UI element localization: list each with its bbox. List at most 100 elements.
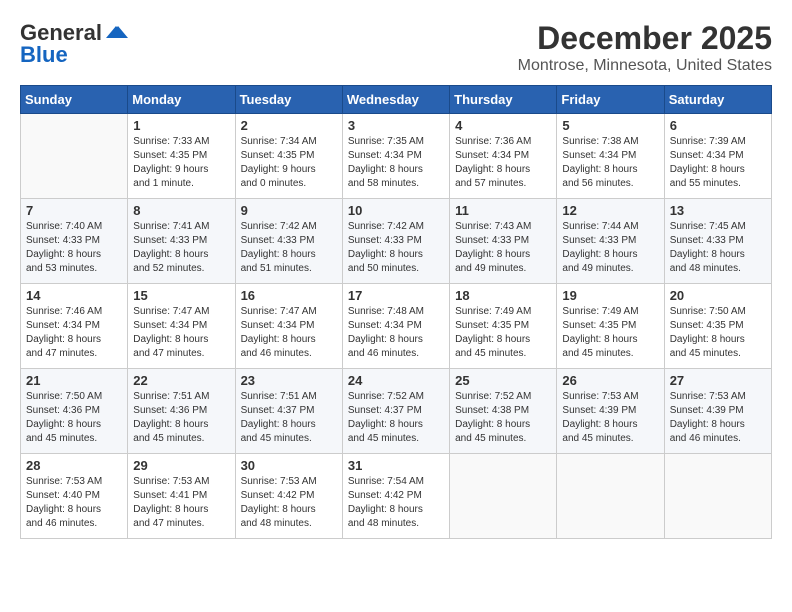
day-number: 16 xyxy=(241,288,337,303)
day-number: 26 xyxy=(562,373,658,388)
page-header: General Blue December 2025 Montrose, Min… xyxy=(20,20,772,75)
day-info: Sunrise: 7:53 AM Sunset: 4:41 PM Dayligh… xyxy=(133,475,229,531)
day-cell: 30Sunrise: 7:53 AM Sunset: 4:42 PM Dayli… xyxy=(235,454,342,539)
day-number: 14 xyxy=(26,288,122,303)
day-info: Sunrise: 7:34 AM Sunset: 4:35 PM Dayligh… xyxy=(241,135,337,191)
day-info: Sunrise: 7:53 AM Sunset: 4:39 PM Dayligh… xyxy=(670,390,766,446)
calendar-body: 1 Sunrise: 7:33 AM Sunset: 4:35 PM Daylig… xyxy=(21,114,772,539)
header-friday: Friday xyxy=(557,86,664,114)
day-number: 25 xyxy=(455,373,551,388)
day-info: Sunrise: 7:53 AM Sunset: 4:40 PM Dayligh… xyxy=(26,475,122,531)
day-cell: 11Sunrise: 7:43 AM Sunset: 4:33 PM Dayli… xyxy=(450,199,557,284)
day-cell: 8Sunrise: 7:41 AM Sunset: 4:33 PM Daylig… xyxy=(128,199,235,284)
day-number: 28 xyxy=(26,458,122,473)
day-number: 8 xyxy=(133,203,229,218)
day-info: Sunrise: 7:33 AM Sunset: 4:35 PM Dayligh… xyxy=(133,135,229,191)
day-cell: 15Sunrise: 7:47 AM Sunset: 4:34 PM Dayli… xyxy=(128,284,235,369)
day-info: Sunrise: 7:53 AM Sunset: 4:42 PM Dayligh… xyxy=(241,475,337,531)
day-number: 6 xyxy=(670,118,766,133)
day-cell xyxy=(557,454,664,539)
day-info: Sunrise: 7:40 AM Sunset: 4:33 PM Dayligh… xyxy=(26,220,122,276)
day-cell: 13 Sunrise: 7:45 AM Sunset: 4:33 PM Dayli… xyxy=(664,199,771,284)
day-info: Sunrise: 7:53 AM Sunset: 4:39 PM Dayligh… xyxy=(562,390,658,446)
day-number: 21 xyxy=(26,373,122,388)
day-info: Sunrise: 7:42 AM Sunset: 4:33 PM Dayligh… xyxy=(241,220,337,276)
title-area: December 2025 Montrose, Minnesota, Unite… xyxy=(518,20,772,75)
day-cell: 16Sunrise: 7:47 AM Sunset: 4:34 PM Dayli… xyxy=(235,284,342,369)
day-cell: 5 Sunrise: 7:38 AM Sunset: 4:34 PM Daylig… xyxy=(557,114,664,199)
calendar-title: December 2025 xyxy=(518,20,772,57)
day-number: 29 xyxy=(133,458,229,473)
day-number: 5 xyxy=(562,118,658,133)
week-row-4: 21 Sunrise: 7:50 AM Sunset: 4:36 PM Dayli… xyxy=(21,369,772,454)
day-cell: 27Sunrise: 7:53 AM Sunset: 4:39 PM Dayli… xyxy=(664,369,771,454)
day-info: Sunrise: 7:51 AM Sunset: 4:36 PM Dayligh… xyxy=(133,390,229,446)
day-cell: 19 Sunrise: 7:49 AM Sunset: 4:35 PM Dayli… xyxy=(557,284,664,369)
day-cell: 26 Sunrise: 7:53 AM Sunset: 4:39 PM Dayli… xyxy=(557,369,664,454)
day-info: Sunrise: 7:44 AM Sunset: 4:33 PM Dayligh… xyxy=(562,220,658,276)
day-number: 9 xyxy=(241,203,337,218)
day-cell: 20 Sunrise: 7:50 AM Sunset: 4:35 PM Dayli… xyxy=(664,284,771,369)
day-cell: 7Sunrise: 7:40 AM Sunset: 4:33 PM Daylig… xyxy=(21,199,128,284)
day-info: Sunrise: 7:54 AM Sunset: 4:42 PM Dayligh… xyxy=(348,475,444,531)
day-cell: 10 Sunrise: 7:42 AM Sunset: 4:33 PM Dayli… xyxy=(342,199,449,284)
day-info: Sunrise: 7:48 AM Sunset: 4:34 PM Dayligh… xyxy=(348,305,444,361)
day-cell xyxy=(21,114,128,199)
day-cell: 1 Sunrise: 7:33 AM Sunset: 4:35 PM Daylig… xyxy=(128,114,235,199)
day-cell: 21 Sunrise: 7:50 AM Sunset: 4:36 PM Dayli… xyxy=(21,369,128,454)
day-info: Sunrise: 7:52 AM Sunset: 4:38 PM Dayligh… xyxy=(455,390,551,446)
calendar-header: SundayMondayTuesdayWednesdayThursdayFrid… xyxy=(21,86,772,114)
week-row-5: 28 Sunrise: 7:53 AM Sunset: 4:40 PM Dayli… xyxy=(21,454,772,539)
day-number: 19 xyxy=(562,288,658,303)
header-saturday: Saturday xyxy=(664,86,771,114)
day-cell: 25 Sunrise: 7:52 AM Sunset: 4:38 PM Dayli… xyxy=(450,369,557,454)
day-cell: 2 Sunrise: 7:34 AM Sunset: 4:35 PM Daylig… xyxy=(235,114,342,199)
header-wednesday: Wednesday xyxy=(342,86,449,114)
day-number: 13 xyxy=(670,203,766,218)
day-cell: 9 Sunrise: 7:42 AM Sunset: 4:33 PM Daylig… xyxy=(235,199,342,284)
day-info: Sunrise: 7:49 AM Sunset: 4:35 PM Dayligh… xyxy=(562,305,658,361)
logo: General Blue xyxy=(20,20,130,68)
day-number: 18 xyxy=(455,288,551,303)
day-cell: 22Sunrise: 7:51 AM Sunset: 4:36 PM Dayli… xyxy=(128,369,235,454)
day-info: Sunrise: 7:50 AM Sunset: 4:35 PM Dayligh… xyxy=(670,305,766,361)
day-info: Sunrise: 7:49 AM Sunset: 4:35 PM Dayligh… xyxy=(455,305,551,361)
day-number: 2 xyxy=(241,118,337,133)
day-info: Sunrise: 7:39 AM Sunset: 4:34 PM Dayligh… xyxy=(670,135,766,191)
day-info: Sunrise: 7:36 AM Sunset: 4:34 PM Dayligh… xyxy=(455,135,551,191)
day-info: Sunrise: 7:43 AM Sunset: 4:33 PM Dayligh… xyxy=(455,220,551,276)
day-number: 24 xyxy=(348,373,444,388)
header-row: SundayMondayTuesdayWednesdayThursdayFrid… xyxy=(21,86,772,114)
day-info: Sunrise: 7:51 AM Sunset: 4:37 PM Dayligh… xyxy=(241,390,337,446)
day-number: 23 xyxy=(241,373,337,388)
day-cell: 6 Sunrise: 7:39 AM Sunset: 4:34 PM Daylig… xyxy=(664,114,771,199)
day-number: 4 xyxy=(455,118,551,133)
day-cell: 28 Sunrise: 7:53 AM Sunset: 4:40 PM Dayli… xyxy=(21,454,128,539)
day-cell: 24 Sunrise: 7:52 AM Sunset: 4:37 PM Dayli… xyxy=(342,369,449,454)
day-cell: 3Sunrise: 7:35 AM Sunset: 4:34 PM Daylig… xyxy=(342,114,449,199)
day-number: 15 xyxy=(133,288,229,303)
day-number: 1 xyxy=(133,118,229,133)
day-number: 10 xyxy=(348,203,444,218)
header-sunday: Sunday xyxy=(21,86,128,114)
day-info: Sunrise: 7:52 AM Sunset: 4:37 PM Dayligh… xyxy=(348,390,444,446)
calendar-table: SundayMondayTuesdayWednesdayThursdayFrid… xyxy=(20,85,772,539)
day-info: Sunrise: 7:46 AM Sunset: 4:34 PM Dayligh… xyxy=(26,305,122,361)
day-cell: 17 Sunrise: 7:48 AM Sunset: 4:34 PM Dayli… xyxy=(342,284,449,369)
week-row-1: 1 Sunrise: 7:33 AM Sunset: 4:35 PM Daylig… xyxy=(21,114,772,199)
day-number: 17 xyxy=(348,288,444,303)
header-thursday: Thursday xyxy=(450,86,557,114)
day-cell xyxy=(664,454,771,539)
day-cell: 14 Sunrise: 7:46 AM Sunset: 4:34 PM Dayli… xyxy=(21,284,128,369)
logo-arrow-icon xyxy=(102,24,130,42)
logo-blue: Blue xyxy=(20,42,68,68)
day-cell: 4 Sunrise: 7:36 AM Sunset: 4:34 PM Daylig… xyxy=(450,114,557,199)
day-info: Sunrise: 7:35 AM Sunset: 4:34 PM Dayligh… xyxy=(348,135,444,191)
week-row-3: 14 Sunrise: 7:46 AM Sunset: 4:34 PM Dayli… xyxy=(21,284,772,369)
day-info: Sunrise: 7:38 AM Sunset: 4:34 PM Dayligh… xyxy=(562,135,658,191)
day-info: Sunrise: 7:50 AM Sunset: 4:36 PM Dayligh… xyxy=(26,390,122,446)
day-cell: 23 Sunrise: 7:51 AM Sunset: 4:37 PM Dayli… xyxy=(235,369,342,454)
day-info: Sunrise: 7:45 AM Sunset: 4:33 PM Dayligh… xyxy=(670,220,766,276)
day-info: Sunrise: 7:42 AM Sunset: 4:33 PM Dayligh… xyxy=(348,220,444,276)
day-number: 20 xyxy=(670,288,766,303)
